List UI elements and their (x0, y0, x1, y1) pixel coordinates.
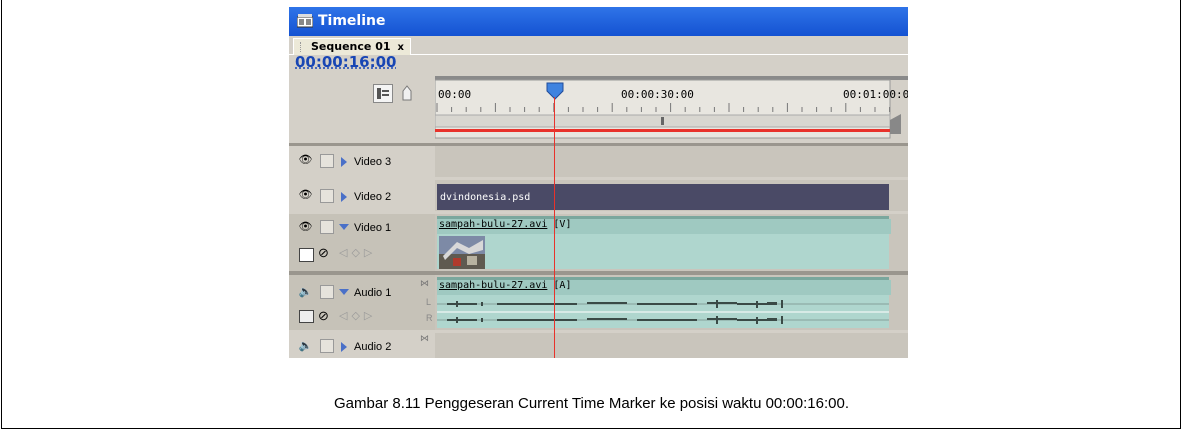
clip-name: sampah-bulu-27.avi (439, 219, 548, 230)
timeline-window: Timeline Sequence 01 x 00:00:16:00 00:00 … (289, 7, 908, 358)
expand-icon[interactable] (341, 342, 347, 352)
track-name: Video 3 (354, 156, 392, 168)
work-area-grip (661, 117, 664, 125)
time-ruler[interactable]: 00:00 00:00:30:00 00:01:00:0 (435, 70, 908, 140)
track-header-video-3: 👁 Video 3 (289, 146, 435, 177)
clip-dvindonesia[interactable]: dvindonesia.psd (437, 184, 889, 210)
track-lane-video-3[interactable] (435, 146, 908, 177)
eye-icon[interactable]: 👁 (298, 188, 313, 202)
channel-right-label: R (426, 313, 433, 323)
clip-name: sampah-bulu-27.avi (439, 280, 548, 291)
sync-icon: ⋈ (420, 333, 429, 343)
eye-icon[interactable]: 👁 (298, 220, 313, 234)
close-icon[interactable]: x (398, 42, 404, 53)
eye-icon[interactable]: 👁 (298, 153, 313, 167)
keyframe-toggle-icon[interactable]: ⊘ (318, 308, 329, 324)
audio-waveform (437, 300, 889, 324)
current-time-indicator-line[interactable] (554, 97, 555, 358)
track-name: Video 2 (354, 191, 392, 203)
track-lane-audio-2[interactable] (435, 333, 908, 358)
lock-toggle[interactable] (320, 189, 334, 203)
lock-toggle[interactable] (320, 220, 334, 234)
track-name: Audio 1 (354, 287, 392, 299)
track-header-audio-1: 🔈 Audio 1 ⋈ ⊘ ◁◇▷ L R (289, 275, 435, 330)
clip-sampah-audio[interactable]: sampah-bulu-27.avi [A] (437, 277, 891, 328)
figure-caption: Gambar 8.11 Penggeseran Current Time Mar… (334, 395, 849, 412)
track-header-audio-2: 🔈 Audio 2 ⋈ (289, 333, 435, 358)
track-lane-audio-1: sampah-bulu-27.avi [A] (435, 275, 908, 330)
clip-thumbnail (439, 236, 485, 269)
render-bar (435, 129, 890, 132)
tab-label: Sequence 01 (311, 40, 391, 53)
lock-toggle[interactable] (320, 154, 334, 168)
track-name: Video 1 (354, 222, 392, 234)
track-lane-video-2: dvindonesia.psd (435, 180, 908, 211)
lock-toggle[interactable] (320, 339, 334, 353)
collapse-icon[interactable] (339, 224, 349, 230)
set-marker-icon[interactable] (401, 85, 413, 101)
current-time-display[interactable]: 00:00:16:00 (295, 53, 397, 71)
track-header-video-1: 👁 Video 1 ⊘ ◁◇▷ (289, 214, 435, 271)
clip-name: dvindonesia.psd (440, 192, 531, 203)
sync-icon: ⋈ (420, 278, 429, 288)
snap-icon (377, 88, 389, 99)
keyframe-nav-icon[interactable]: ◁◇▷ (339, 246, 376, 259)
clip-sampah-video[interactable]: sampah-bulu-27.avi [V] (437, 216, 891, 269)
title-bar: Timeline (289, 7, 908, 36)
display-style-icon[interactable] (299, 248, 314, 262)
expand-icon[interactable] (341, 192, 347, 202)
drag-grip-icon[interactable] (300, 42, 307, 52)
clip-suffix: [A] (553, 280, 572, 291)
track-header-video-2: 👁 Video 2 (289, 180, 435, 211)
lock-toggle[interactable] (320, 285, 334, 299)
window-title: Timeline (318, 13, 386, 29)
speaker-icon[interactable]: 🔈 (298, 285, 313, 299)
track-lane-video-1: sampah-bulu-27.avi [V] (435, 214, 908, 271)
track-name: Audio 2 (354, 341, 392, 353)
channel-left-label: L (426, 297, 432, 307)
ruler-top-bar (435, 76, 908, 80)
ruler-label-2: 00:01:00:0 (843, 88, 908, 101)
speaker-icon[interactable]: 🔈 (298, 339, 313, 353)
tracks-area: 👁 Video 3 👁 Video 2 dvindonesia.psd 👁 Vi… (289, 143, 908, 358)
clip-suffix: [V] (553, 219, 572, 230)
film-icon (297, 14, 313, 28)
collapse-icon[interactable] (339, 289, 349, 295)
ruler-label-1: 00:00:30:00 (621, 88, 694, 101)
waveform-toggle-icon[interactable] (299, 310, 314, 323)
snap-button[interactable] (373, 84, 393, 103)
ruler-label-0: 00:00 (438, 88, 471, 101)
keyframe-toggle-icon[interactable]: ⊘ (318, 245, 329, 261)
keyframe-nav-icon[interactable]: ◁◇▷ (339, 309, 376, 322)
expand-icon[interactable] (341, 157, 347, 167)
work-area-end-handle (890, 114, 901, 134)
